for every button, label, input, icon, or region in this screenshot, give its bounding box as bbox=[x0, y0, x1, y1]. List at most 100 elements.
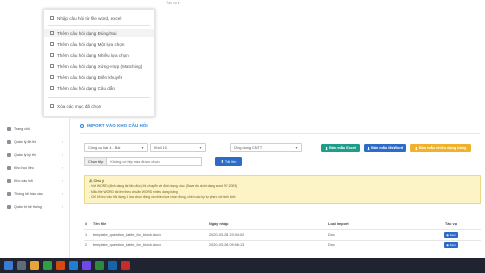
menu-divider bbox=[48, 97, 150, 98]
grade-select[interactable]: Khối 10 ▼ bbox=[150, 143, 206, 152]
chevron-down-icon: ▼ bbox=[140, 145, 144, 150]
sidebar-item-sessions[interactable]: Quản lý kỳ thi › bbox=[7, 150, 67, 159]
menu-divider bbox=[48, 25, 150, 26]
app-icon[interactable] bbox=[121, 261, 130, 270]
upload-label: Tải lên bbox=[224, 159, 237, 164]
actions-dropdown-menu: Nhập câu hỏi từ file word, excel Thêm câ… bbox=[43, 9, 155, 117]
menu-item-multi-choice[interactable]: Thêm câu hỏi dạng Nhiều lựa chọn bbox=[44, 51, 154, 59]
row-file-name: template_question_table_for_block.docx bbox=[93, 243, 161, 247]
menu-item-label: Nhập câu hỏi từ file word, excel bbox=[57, 15, 122, 21]
menu-item-label: Thêm câu hỏi dạng Đúng/Sai bbox=[57, 30, 117, 36]
word-icon[interactable] bbox=[108, 261, 117, 270]
menu-item-import-file[interactable]: Nhập câu hỏi từ file word, excel bbox=[44, 14, 154, 22]
menu-item-label: Thêm câu hỏi dạng Xứng-Hợp (Matching) bbox=[57, 63, 143, 69]
menu-item-label: Thêm câu hỏi dạng Câu dẫn bbox=[57, 85, 115, 91]
sidebar-item-materials[interactable]: Kho học liệu › bbox=[7, 163, 67, 172]
book-icon bbox=[7, 165, 11, 170]
sidebar-item-home[interactable]: Trang chủ bbox=[7, 124, 30, 133]
list-icon bbox=[50, 31, 54, 35]
chevron-right-icon: › bbox=[61, 191, 63, 196]
row-date: 2020-03-28 23:34:02 bbox=[209, 233, 245, 237]
os-taskbar bbox=[0, 258, 485, 273]
row-divider bbox=[84, 240, 481, 241]
category-select-value: Ứng dụng CNTT bbox=[234, 145, 263, 150]
col-header-index: # bbox=[85, 222, 88, 226]
folder-icon[interactable] bbox=[30, 261, 39, 270]
row-view-label: Xem bbox=[449, 243, 456, 247]
sidebar: Trang chủ Quản lý đề thi › Quản lý kỳ th… bbox=[0, 118, 70, 258]
file-icon bbox=[7, 139, 11, 144]
row-type: Doc bbox=[328, 233, 335, 237]
actions-trigger-label: Tác vụ bbox=[166, 1, 177, 5]
category-select[interactable]: Ứng dụng CNTT ▼ bbox=[230, 143, 302, 152]
row-view-button[interactable]: ◉ Xem bbox=[444, 232, 458, 238]
chevron-right-icon: › bbox=[61, 152, 63, 157]
menu-item-delete-selected[interactable]: Xóa các mục đã chọn bbox=[44, 102, 154, 110]
multi-template-button[interactable]: ⬇ Bản mẫu nhiều dạng bảng bbox=[410, 144, 471, 152]
import-icon bbox=[80, 123, 84, 128]
list-icon bbox=[50, 53, 54, 57]
sidebar-item-label: Quản lý đề thi bbox=[14, 139, 37, 144]
search-icon[interactable] bbox=[17, 261, 26, 270]
notice-line: - Chỉ hỗ trợ câu hỏi dạng 1 lựa chọn đún… bbox=[89, 195, 236, 200]
sidebar-item-question-bank[interactable]: Kho câu hỏi › bbox=[7, 176, 67, 185]
notice-title-text: Chú ý bbox=[93, 179, 105, 183]
file-input[interactable]: Chọn tệp Không có tệp nào được chọn bbox=[84, 157, 202, 166]
col-header-file: Tên file bbox=[93, 222, 107, 226]
chevron-down-icon: ▼ bbox=[198, 145, 202, 150]
actions-dropdown-trigger[interactable]: Tác vụ ▾ bbox=[166, 1, 180, 5]
app-window: Tác vụ ▾ Nhập câu hỏi từ file word, exce… bbox=[0, 0, 485, 273]
sidebar-item-exams[interactable]: Quản lý đề thi › bbox=[7, 137, 67, 146]
question-icon bbox=[7, 178, 11, 183]
chevron-right-icon: › bbox=[61, 165, 63, 170]
choose-file-button[interactable]: Chọn tệp bbox=[85, 158, 108, 165]
table-divider bbox=[84, 229, 481, 230]
excel-icon[interactable] bbox=[95, 261, 104, 270]
row-view-label: Xem bbox=[449, 233, 456, 237]
row-type: Doc bbox=[328, 243, 335, 247]
row-index: 1 bbox=[85, 233, 88, 237]
sidebar-item-admin[interactable]: Quản trị hệ thống › bbox=[7, 202, 67, 211]
page-title-text: IMPORT VÀO KHO CÂU HỎI bbox=[87, 123, 148, 128]
home-icon bbox=[7, 126, 11, 131]
menu-item-label: Thêm câu hỏi dạng Điền khuyết bbox=[57, 74, 122, 80]
browser-icon[interactable] bbox=[56, 261, 65, 270]
chevron-right-icon: › bbox=[61, 139, 63, 144]
notice-box: ⚠ Chú ý - Với WORD (định dạng tài liệu đ… bbox=[84, 175, 481, 204]
sidebar-item-label: Quản trị hệ thống bbox=[14, 204, 42, 209]
list-icon bbox=[50, 75, 54, 79]
title-divider bbox=[80, 133, 480, 134]
app-icon[interactable] bbox=[43, 261, 52, 270]
file-status-text: Không có tệp nào được chọn bbox=[110, 159, 160, 164]
menu-item-fill-blank[interactable]: Thêm câu hỏi dạng Điền khuyết bbox=[44, 73, 154, 81]
excel-template-label: Bản mẫu Excel bbox=[329, 146, 357, 150]
word-template-label: Bản mẫu MsWord bbox=[371, 146, 404, 150]
app-icon[interactable] bbox=[69, 261, 78, 270]
upload-button[interactable]: ⬆ Tải lên bbox=[215, 157, 242, 166]
list-icon bbox=[50, 86, 54, 90]
sidebar-item-reports[interactable]: Thống kê báo cáo › bbox=[7, 189, 67, 198]
menu-item-label: Xóa các mục đã chọn bbox=[57, 103, 102, 109]
excel-template-button[interactable]: ⬇ Bản mẫu Excel bbox=[321, 144, 360, 152]
word-template-button[interactable]: ⬇ Bản mẫu MsWord bbox=[364, 144, 406, 152]
menu-item-label: Thêm câu hỏi dạng Nhiều lựa chọn bbox=[57, 52, 129, 58]
row-view-button[interactable]: ◉ Xem bbox=[444, 242, 458, 248]
sidebar-item-label: Quản lý kỳ thi bbox=[14, 152, 36, 157]
list-icon bbox=[50, 42, 54, 46]
calendar-icon bbox=[7, 152, 11, 157]
subject-select[interactable]: Công cụ bài 4 - Bài ▼ bbox=[84, 143, 148, 152]
app-icon[interactable] bbox=[82, 261, 91, 270]
sidebar-item-label: Thống kê báo cáo bbox=[14, 191, 43, 196]
menu-item-lead-question[interactable]: Thêm câu hỏi dạng Câu dẫn bbox=[44, 84, 154, 92]
gear-icon bbox=[7, 204, 11, 209]
row-index: 2 bbox=[85, 243, 88, 247]
menu-item-true-false[interactable]: Thêm câu hỏi dạng Đúng/Sai bbox=[44, 29, 154, 37]
start-icon[interactable] bbox=[4, 261, 13, 270]
menu-item-single-choice[interactable]: Thêm câu hỏi dạng Một lựa chọn bbox=[44, 40, 154, 48]
menu-item-matching[interactable]: Thêm câu hỏi dạng Xứng-Hợp (Matching) bbox=[44, 62, 154, 70]
trash-icon bbox=[50, 104, 54, 108]
col-header-type: Loại import bbox=[328, 222, 349, 226]
page-title: IMPORT VÀO KHO CÂU HỎI bbox=[80, 123, 148, 128]
subject-select-value: Công cụ bài 4 - Bài bbox=[88, 145, 121, 150]
row-date: 2020-03-28 09:06:13 bbox=[209, 243, 245, 247]
